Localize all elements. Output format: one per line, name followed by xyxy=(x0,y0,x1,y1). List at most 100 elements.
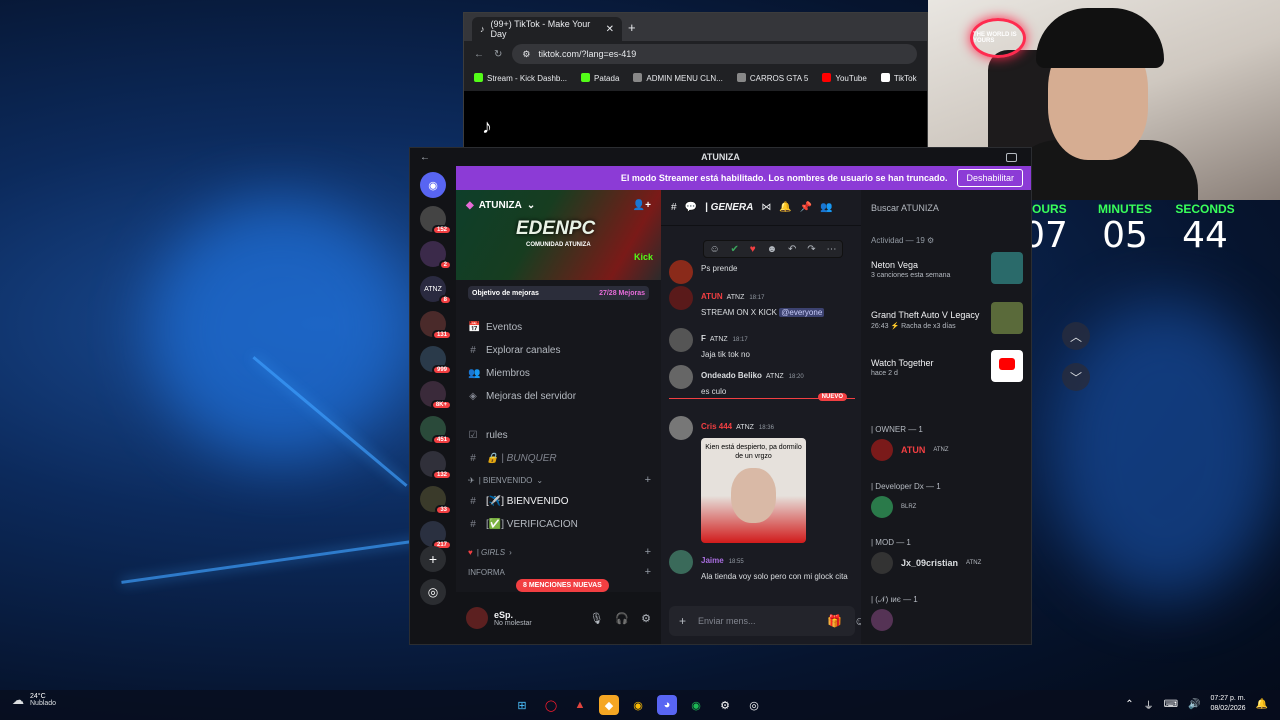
avatar[interactable] xyxy=(669,365,693,389)
address-bar[interactable]: ⚙ tiktok.com/?lang=es-419 xyxy=(512,44,917,64)
back-icon[interactable]: ← xyxy=(474,49,484,60)
category-girls[interactable]: ♥ | GIRLS › + xyxy=(456,542,661,562)
channel-item[interactable]: ☑ rules xyxy=(456,424,661,447)
new-tab-button[interactable]: + xyxy=(628,17,636,41)
server-icon[interactable]: 132 xyxy=(420,451,452,480)
chevron-up-icon[interactable]: ⌃ xyxy=(1125,699,1133,710)
image-attachment[interactable]: Kien está despierto, pa dormilo de un vr… xyxy=(701,438,806,543)
discord-icon[interactable]: ◕ xyxy=(657,695,677,715)
disable-streamer-mode-button[interactable]: Deshabilitar xyxy=(957,169,1023,187)
add-channel-icon[interactable]: + xyxy=(645,474,651,486)
reaction-icon[interactable]: ☺ xyxy=(709,244,719,255)
reload-icon[interactable]: ↻ xyxy=(494,49,502,60)
avatar[interactable] xyxy=(669,550,693,574)
server-icon[interactable]: 152 xyxy=(420,206,452,235)
server-icon[interactable]: 2 xyxy=(420,241,452,270)
member-item[interactable] xyxy=(871,609,893,631)
server-icon[interactable]: 217 xyxy=(420,521,452,550)
reply-icon[interactable]: ↶ xyxy=(788,244,796,255)
discord-home-icon[interactable]: ◉ xyxy=(420,172,446,198)
settings-icon[interactable]: ⚙ xyxy=(715,695,735,715)
back-arrow-icon[interactable]: ← xyxy=(420,152,430,163)
avatar[interactable] xyxy=(669,286,693,310)
member-item[interactable]: Jx_09cristian ATNZ xyxy=(871,552,981,574)
new-mentions-pill[interactable]: 8 MENCIONES NUEVAS xyxy=(516,579,609,592)
microphone-icon[interactable]: 🎙 xyxy=(589,612,603,625)
heart-icon[interactable]: ♥ xyxy=(750,244,756,255)
headphones-icon[interactable]: 🎧 xyxy=(615,612,629,625)
member-item[interactable]: BLRZ xyxy=(871,496,916,518)
weather-widget[interactable]: ☁ 24°C Nublado xyxy=(12,693,56,707)
volume-icon[interactable]: 🔊 xyxy=(1188,699,1200,710)
channel-item[interactable]: # Explorar canales xyxy=(456,339,661,362)
message-input[interactable] xyxy=(698,616,816,626)
user-info[interactable]: eSp. No molestar xyxy=(494,610,532,627)
bookmark-item[interactable]: Patada xyxy=(581,73,619,83)
window-mode-icon[interactable] xyxy=(1006,152,1017,162)
server-banner[interactable]: ◆ ATUNIZA ⌄ 👤+ EDENPC COMUNIDAD ATUNIZA … xyxy=(456,190,661,280)
avatar[interactable] xyxy=(669,416,693,440)
chevron-up-icon[interactable]: ︿ xyxy=(1062,322,1090,350)
network-icon[interactable]: ⌨ xyxy=(1164,699,1178,710)
category-welcome[interactable]: ✈ | BIENVENIDO ⌄ + xyxy=(456,470,661,490)
message-author[interactable]: ATUN xyxy=(701,292,723,301)
channel-item[interactable]: # 🔒 | BUNQUER xyxy=(456,447,661,470)
bookmark-item[interactable]: YouTube xyxy=(822,73,867,83)
channel-item[interactable]: ◈ Mejoras del servidor xyxy=(456,385,661,408)
add-server-icon[interactable]: + xyxy=(420,546,446,572)
message-author[interactable]: Jaime xyxy=(701,556,724,565)
emoji-icon[interactable]: ☻ xyxy=(767,244,778,255)
bookmark-item[interactable]: CARROS GTA 5 xyxy=(736,73,808,83)
server-icon[interactable]: 8K+ xyxy=(420,381,452,410)
bookmark-item[interactable]: TikTok xyxy=(880,73,917,83)
gear-icon[interactable]: ⚙ xyxy=(641,612,651,625)
server-search[interactable]: Buscar ATUNIZA xyxy=(861,190,1031,226)
windows-start-icon[interactable]: ⊞ xyxy=(512,695,532,715)
pin-icon[interactable]: 📌 xyxy=(800,202,812,213)
app-icon[interactable]: ◆ xyxy=(599,695,619,715)
server-icon[interactable]: 131 xyxy=(420,311,452,340)
check-icon[interactable]: ✔ xyxy=(731,244,739,255)
add-channel-icon[interactable]: + xyxy=(645,546,651,558)
invite-user-icon[interactable]: 👤+ xyxy=(633,200,651,211)
gear-icon[interactable]: ⚙ xyxy=(927,236,934,245)
members-icon[interactable]: 👥 xyxy=(820,202,832,213)
server-icon[interactable]: 33 xyxy=(420,486,452,515)
server-icon[interactable]: 999 xyxy=(420,346,452,375)
spotify-icon[interactable]: ◉ xyxy=(686,695,706,715)
mention[interactable]: @everyone xyxy=(779,308,825,317)
browser-tab[interactable]: ♪ (99+) TikTok - Make Your Day ✕ xyxy=(472,17,622,41)
more-icon[interactable]: ⋯ xyxy=(827,244,837,255)
avatar[interactable] xyxy=(669,260,693,284)
obs-icon[interactable]: ◎ xyxy=(744,695,764,715)
plus-icon[interactable]: + xyxy=(679,614,686,628)
forward-icon[interactable]: ↷ xyxy=(807,244,815,255)
bookmark-item[interactable]: Stream - Kick Dashb... xyxy=(474,73,567,83)
bookmark-item[interactable]: ADMIN MENU CLN... xyxy=(633,73,723,83)
clock[interactable]: 07:27 p. m. 08/02/2026 xyxy=(1211,694,1246,714)
server-name[interactable]: ◆ ATUNIZA ⌄ 👤+ xyxy=(466,200,651,211)
channel-item[interactable]: # [✅] VERIFICACION xyxy=(456,513,661,536)
message-author[interactable]: Ondeado Beliko xyxy=(701,371,762,380)
chrome-icon[interactable]: ◉ xyxy=(628,695,648,715)
chevron-down-icon[interactable]: ﹀ xyxy=(1062,363,1090,391)
channel-item[interactable]: 👥 Miembros xyxy=(456,362,661,385)
boost-goal[interactable]: Objetivo de mejoras 27/28 Mejoras xyxy=(456,280,661,316)
channel-item[interactable]: # [✈️] BIENVENIDO xyxy=(456,490,661,513)
member-item[interactable]: ATUN ATNZ xyxy=(871,439,949,461)
activity-card[interactable]: Watch Together hace 2 d xyxy=(871,350,1023,382)
activity-card[interactable]: Grand Theft Auto V Legacy 26:43 ⚡ Racha d… xyxy=(871,302,1023,334)
avatar[interactable] xyxy=(669,328,693,352)
usb-icon[interactable]: ⏚ xyxy=(1144,697,1154,712)
app-icon[interactable]: ▲ xyxy=(570,695,590,715)
server-icon[interactable]: ATNZ 8 xyxy=(420,276,452,305)
discover-icon[interactable]: ◎ xyxy=(420,579,446,605)
opera-icon[interactable]: ◯ xyxy=(541,695,561,715)
tiktok-logo-icon[interactable]: ♪ xyxy=(482,116,492,139)
activity-card[interactable]: Neton Vega 3 canciones esta semana xyxy=(871,252,1023,284)
notification-icon[interactable]: 🔔 xyxy=(1256,699,1268,710)
message-author[interactable]: Cris 444 xyxy=(701,422,732,431)
channel-item[interactable]: 📅 Eventos xyxy=(456,316,661,339)
close-icon[interactable]: ✕ xyxy=(606,24,614,35)
avatar[interactable] xyxy=(466,607,488,629)
